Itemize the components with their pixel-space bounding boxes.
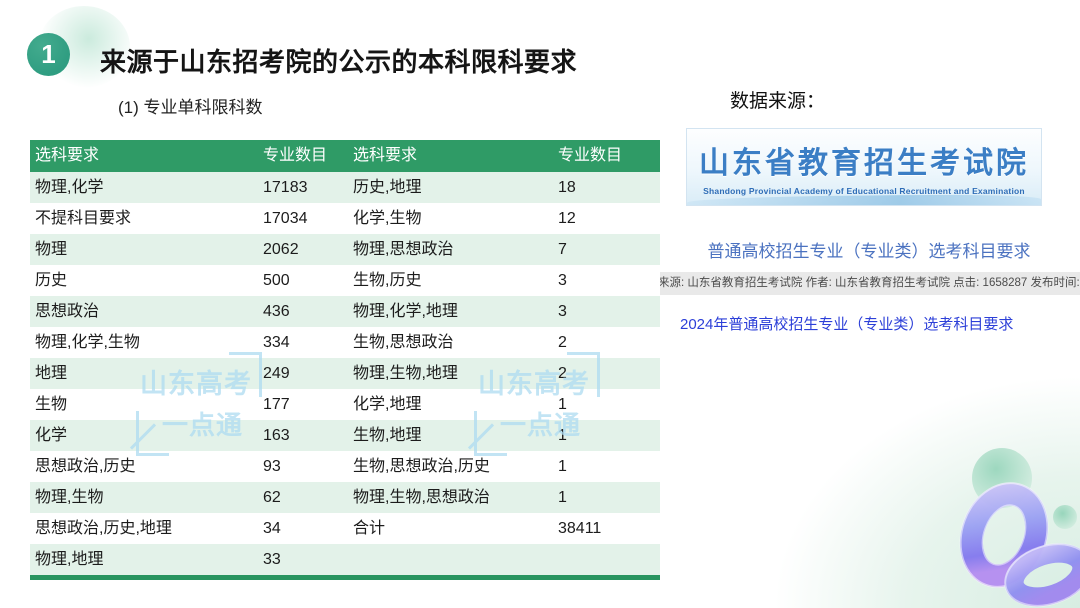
major-count-cell: 2062 (263, 234, 353, 265)
logo-title-en: Shandong Provincial Academy of Education… (687, 186, 1041, 196)
table-row: 物理,化学17183历史,地理18 (30, 172, 660, 203)
table-row: 历史500生物,历史3 (30, 265, 660, 296)
major-count-cell: 12 (558, 203, 660, 234)
major-count-cell: 3 (558, 296, 660, 327)
major-count-cell: 249 (263, 358, 353, 389)
subject-combo-cell: 地理 (35, 358, 263, 389)
table-row: 物理,地理33 (30, 544, 660, 575)
subject-combo-cell: 历史 (35, 265, 263, 296)
article-link[interactable]: 2024年普通高校招生专业（专业类）选考科目要求 (680, 313, 1013, 334)
major-count-cell: 2 (558, 327, 660, 358)
subject-combo-cell: 物理,化学,地理 (353, 296, 558, 327)
subject-combo-cell (353, 544, 558, 575)
table-row: 物理2062物理,思想政治7 (30, 234, 660, 265)
table-row: 物理,生物62物理,生物,思想政治1 (30, 482, 660, 513)
column-header: 专业数目 (558, 140, 660, 172)
subject-combo-cell: 思想政治,历史 (35, 451, 263, 482)
data-source-label: 数据来源： (730, 86, 825, 113)
subject-combo-cell: 生物 (35, 389, 263, 420)
major-count-cell: 62 (263, 482, 353, 513)
subject-combo-cell: 化学,生物 (353, 203, 558, 234)
table-row: 不提科目要求17034化学,生物12 (30, 203, 660, 234)
major-count-cell: 38411 (558, 513, 660, 544)
major-count-cell: 500 (263, 265, 353, 296)
major-count-cell: 3 (558, 265, 660, 296)
major-count-cell: 7 (558, 234, 660, 265)
column-header: 选科要求 (35, 140, 263, 172)
article-meta-bar: 来源: 山东省教育招生考试院 作者: 山东省教育招生考试院 点击: 165828… (658, 272, 1080, 295)
subject-combo-cell: 思想政治,历史,地理 (35, 513, 263, 544)
major-count-cell: 1 (558, 389, 660, 420)
subject-combo-cell: 物理,地理 (35, 544, 263, 575)
table-row: 生物177化学,地理1 (30, 389, 660, 420)
major-count-cell: 34 (263, 513, 353, 544)
table-row: 物理,化学,生物334生物,思想政治2 (30, 327, 660, 358)
glass-rings-decoration (920, 440, 1080, 608)
major-count-cell: 334 (263, 327, 353, 358)
subject-combo-cell: 化学,地理 (353, 389, 558, 420)
section-number-badge: 1 (27, 33, 70, 76)
major-count-cell (558, 544, 660, 575)
major-count-cell: 17034 (263, 203, 353, 234)
major-count-cell: 177 (263, 389, 353, 420)
major-count-cell: 163 (263, 420, 353, 451)
subject-combo-cell: 生物,地理 (353, 420, 558, 451)
column-header: 选科要求 (353, 140, 558, 172)
logo-title-zh: 山东省教育招生考试院 (687, 138, 1041, 182)
major-count-cell: 18 (558, 172, 660, 203)
table-row: 地理249物理,生物,地理2 (30, 358, 660, 389)
subject-requirements-table: 选科要求 专业数目 选科要求 专业数目 物理,化学17183历史,地理18不提科… (30, 140, 660, 580)
major-count-cell: 436 (263, 296, 353, 327)
major-count-cell: 93 (263, 451, 353, 482)
large-ring-icon (946, 471, 1061, 599)
major-count-cell: 17183 (263, 172, 353, 203)
subject-combo-cell: 物理,生物,思想政治 (353, 482, 558, 513)
exam-authority-logo: 山东省教育招生考试院 Shandong Provincial Academy o… (686, 128, 1042, 206)
subject-combo-cell: 历史,地理 (353, 172, 558, 203)
subject-combo-cell: 生物,思想政治 (353, 327, 558, 358)
subject-combo-cell: 合计 (353, 513, 558, 544)
table-row: 思想政治,历史93生物,思想政治,历史1 (30, 451, 660, 482)
subject-combo-cell: 物理,生物,地理 (353, 358, 558, 389)
page-title: 来源于山东招考院的公示的本科限科要求 (100, 42, 577, 79)
slide: 1 来源于山东招考院的公示的本科限科要求 (1) 专业单科限科数 选科要求 专业… (0, 0, 1080, 608)
subject-combo-cell: 生物,历史 (353, 265, 558, 296)
major-count-cell: 1 (558, 451, 660, 482)
subject-combo-cell: 物理,思想政治 (353, 234, 558, 265)
table-row: 思想政治436物理,化学,地理3 (30, 296, 660, 327)
subject-combo-cell: 物理,生物 (35, 482, 263, 513)
major-count-cell: 2 (558, 358, 660, 389)
subject-combo-cell: 生物,思想政治,历史 (353, 451, 558, 482)
subject-combo-cell: 化学 (35, 420, 263, 451)
subject-combo-cell: 物理,化学 (35, 172, 263, 203)
column-header: 专业数目 (263, 140, 353, 172)
article-title: 普通高校招生专业（专业类）选考科目要求 (658, 237, 1080, 262)
table-row: 化学163生物,地理1 (30, 420, 660, 451)
subject-combo-cell: 物理,化学,生物 (35, 327, 263, 358)
major-count-cell: 1 (558, 482, 660, 513)
section-subtitle: (1) 专业单科限科数 (118, 93, 263, 118)
major-count-cell: 33 (263, 544, 353, 575)
subject-combo-cell: 物理 (35, 234, 263, 265)
table-row: 思想政治,历史,地理34合计38411 (30, 513, 660, 544)
major-count-cell: 1 (558, 420, 660, 451)
subject-combo-cell: 不提科目要求 (35, 203, 263, 234)
subject-combo-cell: 思想政治 (35, 296, 263, 327)
table-header-row: 选科要求 专业数目 选科要求 专业数目 (30, 140, 660, 172)
green-dot-decoration (1053, 505, 1077, 529)
table-body: 物理,化学17183历史,地理18不提科目要求17034化学,生物12物理206… (30, 172, 660, 575)
